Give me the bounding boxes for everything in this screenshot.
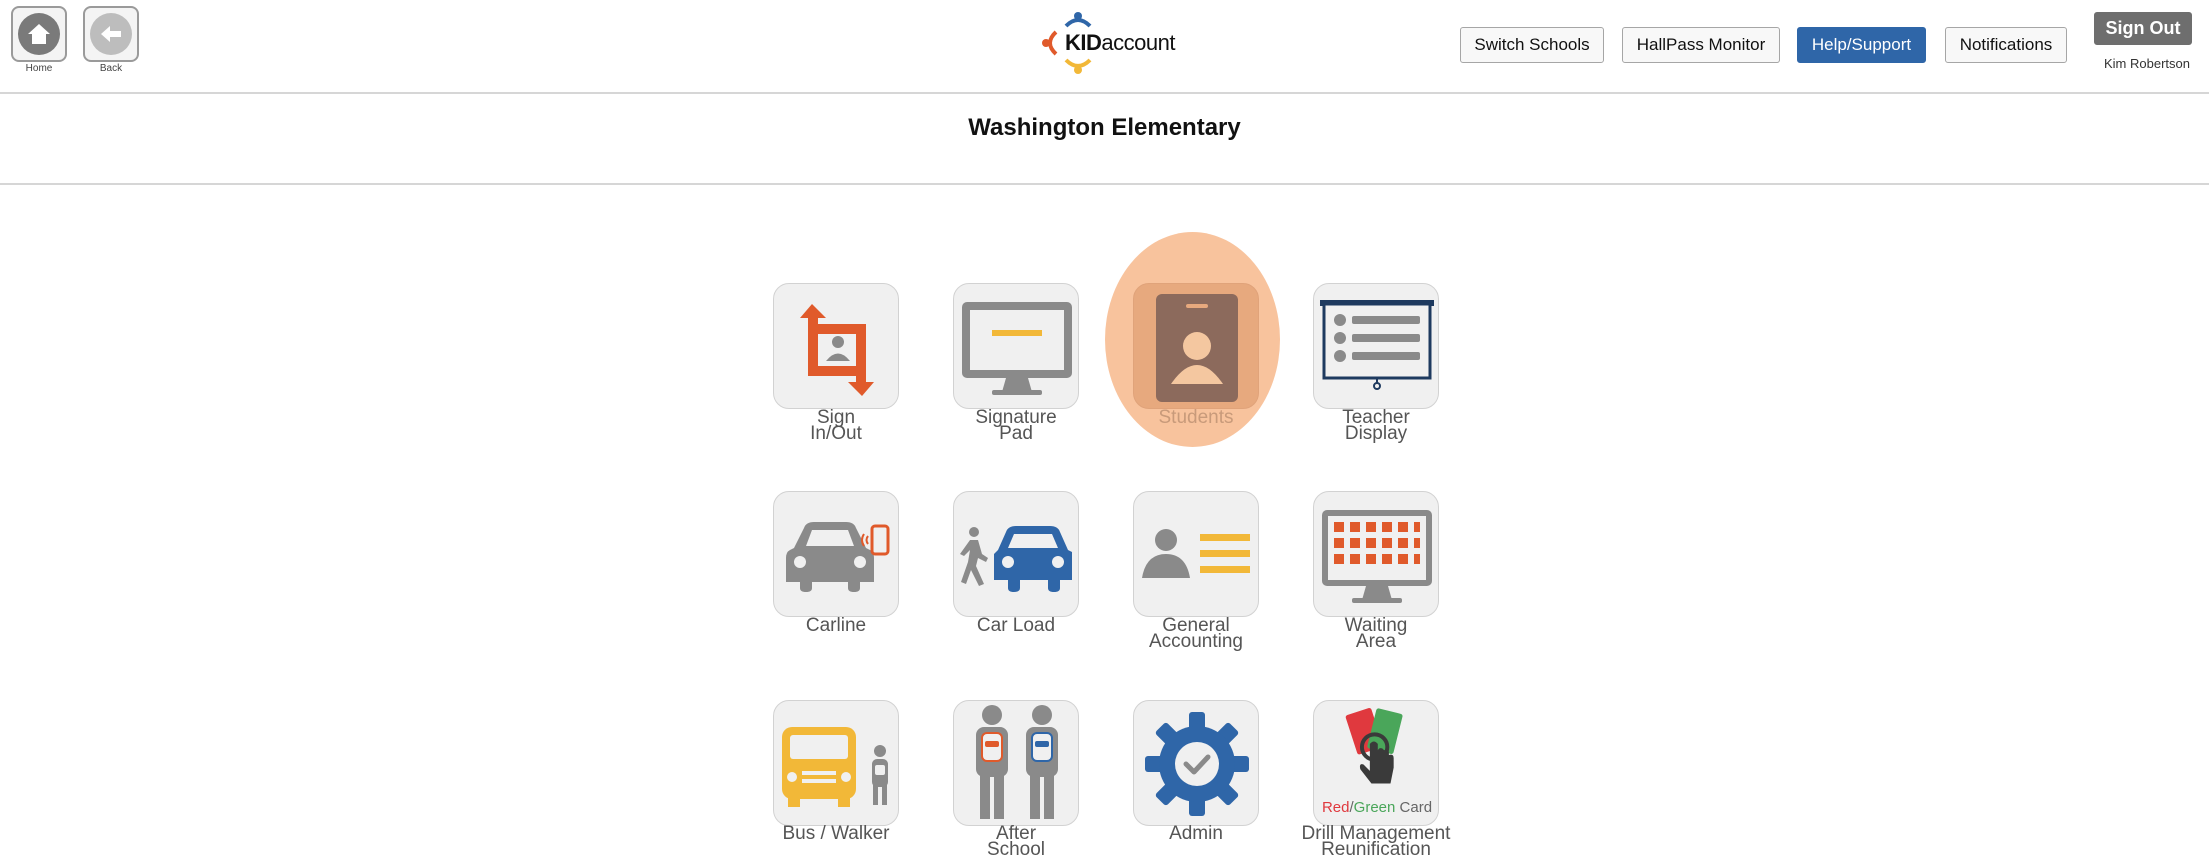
back-label: Back (99, 63, 123, 74)
sign-in-out-tile[interactable] (773, 283, 899, 409)
red-green-card-text: Red/Green Card (1321, 799, 1433, 816)
school-bus-icon (782, 727, 888, 807)
home-button[interactable] (11, 6, 67, 62)
students-label: Students (1158, 407, 1234, 428)
sign-in-out-icon (800, 304, 874, 396)
back-arrow-icon (90, 13, 132, 55)
page-title: Washington Elementary (968, 114, 1241, 141)
waiting-area-tile[interactable] (1313, 491, 1439, 617)
sign-out-button[interactable]: Sign Out (2094, 12, 2192, 45)
drill-management-label: Drill Management Reunification (1301, 823, 1451, 860)
switch-schools-button[interactable]: Switch Schools (1460, 27, 1604, 63)
presentation-board-icon (1320, 300, 1434, 390)
student-id-badge-icon (1156, 294, 1238, 402)
bus-walker-label: Bus / Walker (782, 823, 890, 844)
sign-in-out-label: Sign In/Out (810, 407, 862, 444)
teacher-display-label: Teacher Display (1342, 407, 1410, 444)
general-accounting-label: General Accounting (1148, 615, 1243, 652)
notifications-button[interactable]: Notifications (1945, 27, 2067, 63)
car-load-tile[interactable] (953, 491, 1079, 617)
carline-label: Carline (805, 615, 867, 636)
top-header: Home Back KIDaccount Switch Schools Hall… (0, 0, 2209, 94)
monitor-icon (962, 302, 1072, 395)
waiting-area-label: Waiting Area (1344, 615, 1408, 652)
home-icon (18, 13, 60, 55)
car-load-label: Car Load (976, 615, 1056, 636)
general-accounting-tile[interactable] (1133, 491, 1259, 617)
carline-tile[interactable] (773, 491, 899, 617)
help-support-button[interactable]: Help/Support (1797, 27, 1926, 63)
after-school-tile[interactable] (953, 700, 1079, 826)
grid-monitor-icon (1322, 510, 1432, 603)
back-button[interactable] (83, 6, 139, 62)
logo-text: KIDaccount (1065, 30, 1175, 55)
red-green-card-icon (1345, 707, 1403, 784)
title-divider (0, 183, 2209, 185)
kidaccount-logo: KIDaccount (1040, 10, 1175, 76)
admin-tile[interactable] (1133, 700, 1259, 826)
students-backpacks-icon (976, 705, 1058, 819)
car-phone-icon (786, 522, 890, 592)
students-tile[interactable] (1133, 283, 1259, 409)
signature-pad-label: Signature Pad (975, 407, 1057, 444)
gear-check-icon (1145, 712, 1249, 816)
teacher-display-tile[interactable] (1313, 283, 1439, 409)
signature-pad-tile[interactable] (953, 283, 1079, 409)
hallpass-monitor-button[interactable]: HallPass Monitor (1622, 27, 1780, 63)
person-list-icon (1142, 529, 1250, 578)
home-label: Home (25, 63, 53, 74)
after-school-label: After School (986, 823, 1046, 860)
admin-label: Admin (1169, 823, 1223, 844)
user-name: Kim Robertson (2104, 56, 2190, 71)
bus-walker-tile[interactable] (773, 700, 899, 826)
walker-car-icon (960, 526, 1072, 592)
drill-management-tile[interactable]: Red/Green Card (1313, 700, 1439, 826)
